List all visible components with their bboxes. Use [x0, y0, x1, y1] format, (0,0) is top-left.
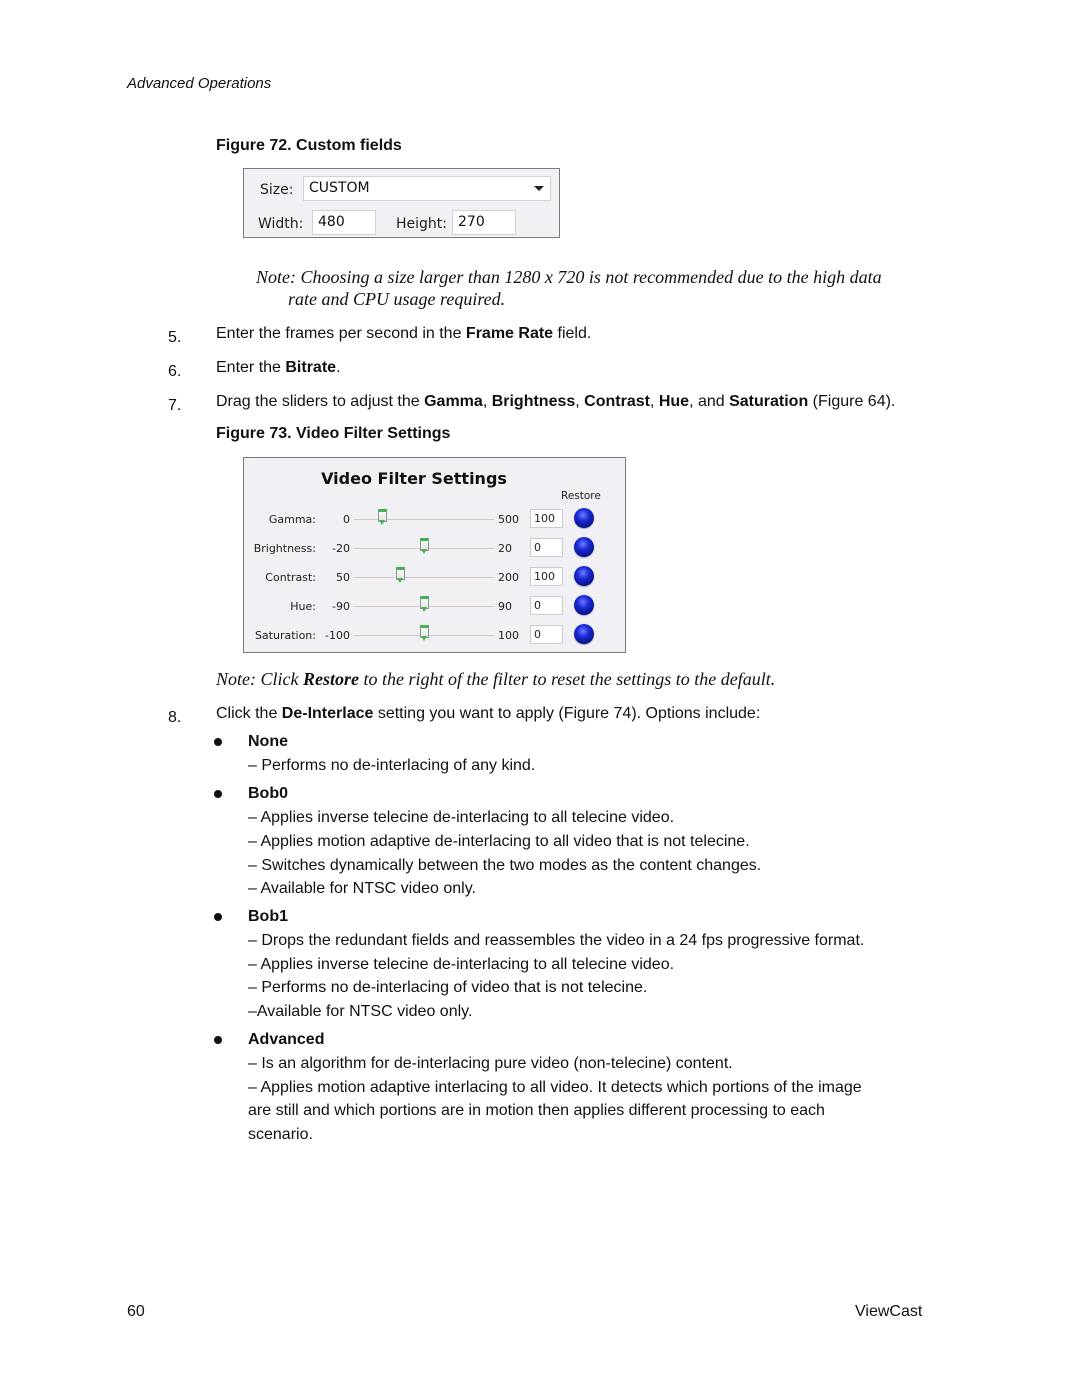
filter-min: -90: [332, 600, 350, 613]
option-bob1-line: – Applies inverse telecine de-interlacin…: [248, 956, 675, 973]
filter-value-input[interactable]: 100: [530, 509, 563, 528]
footer-brand: ViewCast: [855, 1303, 923, 1320]
filter-max: 200: [498, 571, 519, 584]
option-none-title: None: [248, 733, 288, 750]
width-label: Width:: [258, 216, 304, 232]
filter-name: Brightness:: [253, 542, 316, 555]
slider-track[interactable]: [354, 577, 494, 578]
option-advanced-line: are still and which portions are in moti…: [248, 1102, 825, 1119]
filter-row-saturation: Saturation: -100 100 0: [244, 624, 624, 647]
step-6-number: 6.: [168, 363, 182, 380]
option-advanced-line: – Applies motion adaptive interlacing to…: [248, 1079, 862, 1096]
filter-max: 20: [498, 542, 512, 555]
width-input[interactable]: 480: [312, 210, 376, 235]
restore-button[interactable]: [574, 595, 594, 615]
option-advanced-line: – Is an algorithm for de-interlacing pur…: [248, 1055, 733, 1072]
option-advanced-title: Advanced: [248, 1031, 325, 1048]
video-filter-settings-panel: Video Filter Settings Restore Gamma: 0 5…: [243, 457, 626, 653]
filter-row-gamma: Gamma: 0 500 100: [244, 508, 624, 531]
restore-column-header: Restore: [561, 490, 601, 502]
filter-min: -20: [332, 542, 350, 555]
chevron-down-icon: [534, 186, 544, 191]
size-value: CUSTOM: [309, 180, 370, 196]
filter-min: 0: [343, 513, 350, 526]
note-size-line2: rate and CPU usage required.: [288, 289, 506, 309]
filter-value-input[interactable]: 0: [530, 625, 563, 644]
figure-72-caption: Figure 72. Custom fields: [216, 137, 402, 154]
filter-value-input[interactable]: 0: [530, 596, 563, 615]
slider-thumb[interactable]: [420, 625, 429, 641]
filter-max: 500: [498, 513, 519, 526]
slider-thumb[interactable]: [378, 509, 387, 525]
note-restore: Note: Click Restore to the right of the …: [216, 669, 776, 689]
option-bob0-line: – Applies inverse telecine de-interlacin…: [248, 809, 675, 826]
option-bob1-title: Bob1: [248, 908, 288, 925]
option-bob1-line: –Available for NTSC video only.: [248, 1003, 473, 1020]
video-filter-title: Video Filter Settings: [321, 469, 507, 488]
height-input[interactable]: 270: [452, 210, 516, 235]
custom-fields-panel: Size: CUSTOM Width: 480 Height: 270: [243, 168, 560, 238]
filter-value-input[interactable]: 100: [530, 567, 563, 586]
filter-row-brightness: Brightness: -20 20 0: [244, 537, 624, 560]
step-8-number: 8.: [168, 709, 182, 726]
restore-button[interactable]: [574, 566, 594, 586]
step-5-text: Enter the frames per second in the Frame…: [216, 325, 592, 342]
note-size-line1: Note: Choosing a size larger than 1280 x…: [256, 267, 882, 287]
filter-min: 50: [336, 571, 350, 584]
filter-row-contrast: Contrast: 50 200 100: [244, 566, 624, 589]
filter-name: Gamma:: [268, 513, 316, 526]
height-label: Height:: [396, 216, 447, 232]
slider-thumb[interactable]: [396, 567, 406, 583]
page-number: 60: [127, 1303, 145, 1320]
filter-min: -100: [325, 629, 350, 642]
filter-name: Contrast:: [265, 571, 316, 584]
filter-max: 90: [498, 600, 512, 613]
slider-thumb[interactable]: [420, 596, 429, 612]
option-bob0-line: – Applies motion adaptive de-interlacing…: [248, 833, 750, 850]
step-7-text: Drag the sliders to adjust the Gamma, Br…: [216, 393, 896, 410]
option-advanced-line: scenario.: [248, 1126, 313, 1143]
restore-button[interactable]: [574, 537, 594, 557]
bullet-icon: [214, 790, 222, 798]
option-bob0-line: – Switches dynamically between the two m…: [248, 857, 762, 874]
bullet-icon: [214, 1036, 222, 1044]
figure-73-caption: Figure 73. Video Filter Settings: [216, 425, 451, 442]
option-bob1-line: – Performs no de-interlacing of video th…: [248, 979, 648, 996]
size-dropdown[interactable]: CUSTOM: [303, 176, 551, 201]
bullet-icon: [214, 913, 222, 921]
slider-track[interactable]: [354, 519, 494, 520]
step-7-number: 7.: [168, 397, 182, 414]
step-5-number: 5.: [168, 329, 182, 346]
restore-button[interactable]: [574, 508, 594, 528]
step-6-text: Enter the Bitrate.: [216, 359, 341, 376]
bullet-icon: [214, 738, 222, 746]
option-bob0-line: – Available for NTSC video only.: [248, 880, 476, 897]
filter-name: Saturation:: [254, 629, 316, 642]
filter-value-input[interactable]: 0: [530, 538, 563, 557]
slider-thumb[interactable]: [420, 538, 429, 554]
filter-row-hue: Hue: -90 90 0: [244, 595, 624, 618]
step-8-text: Click the De-Interlace setting you want …: [216, 705, 761, 722]
option-bob0-title: Bob0: [248, 785, 288, 802]
running-header: Advanced Operations: [127, 75, 272, 92]
restore-button[interactable]: [574, 624, 594, 644]
option-none-line: – Performs no de-interlacing of any kind…: [248, 757, 536, 774]
option-bob1-line: – Drops the redundant fields and reassem…: [248, 932, 865, 949]
size-label: Size:: [260, 182, 294, 198]
filter-max: 100: [498, 629, 519, 642]
filter-name: Hue:: [290, 600, 316, 613]
